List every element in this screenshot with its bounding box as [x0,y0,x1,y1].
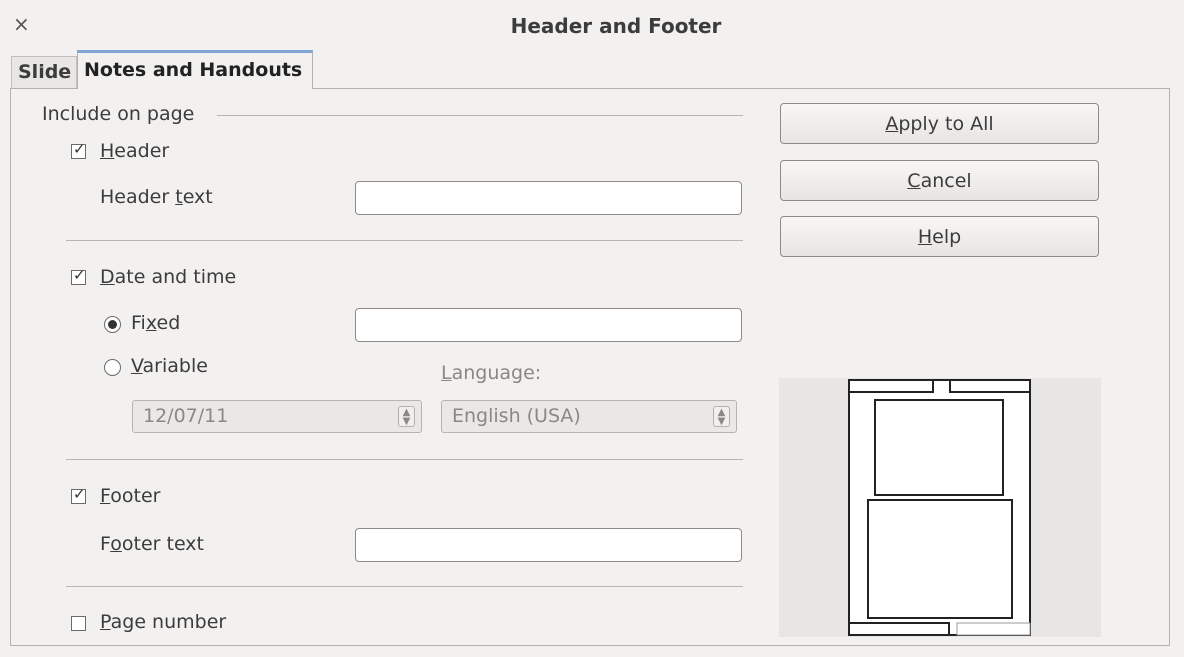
help-button[interactable]: Help [780,216,1099,257]
notes-page-preview-graphic [848,379,1031,636]
footer-text-input[interactable] [355,528,742,562]
header-checkbox-label[interactable]: Header [100,140,169,162]
fixed-radio-label[interactable]: Fixed [131,312,180,334]
window-title: Header and Footer [510,14,722,38]
radio-selected-dot [108,320,117,329]
page-number-checkbox[interactable] [71,616,86,631]
tab-notes-and-handouts[interactable]: Notes and Handouts [77,50,313,89]
section-label-include-on-page: Include on page [42,103,195,125]
fixed-date-input[interactable] [355,308,742,342]
fixed-radio[interactable] [104,316,121,333]
spin-arrows-icon[interactable]: ▲ ▼ [398,406,415,427]
date-format-select[interactable]: 12/07/11 ▲ ▼ [132,400,422,433]
check-icon: ✓ [73,266,86,284]
variable-radio[interactable] [104,359,121,376]
footer-text-label: Footer text [100,533,205,555]
apply-to-all-button[interactable]: Apply to All [780,103,1099,144]
page-number-checkbox-label[interactable]: Page number [100,611,226,633]
section-divider [217,115,743,116]
date-time-checkbox-label[interactable]: Date and time [100,266,236,288]
divider [66,586,743,587]
language-value: English (USA) [452,405,581,427]
divider [66,240,743,241]
header-text-input[interactable] [355,181,742,215]
header-checkbox[interactable]: ✓ [71,140,86,159]
divider [66,459,743,460]
check-icon: ✓ [73,140,86,158]
date-time-checkbox[interactable]: ✓ [71,266,86,285]
cancel-button[interactable]: Cancel [780,160,1099,201]
spin-arrows-icon[interactable]: ▲ ▼ [713,406,730,427]
title-bar: × Header and Footer [0,0,1184,50]
language-label: Language: [441,362,542,384]
date-format-value: 12/07/11 [143,405,229,427]
language-select[interactable]: English (USA) ▲ ▼ [441,400,737,433]
page-layout-preview [779,378,1101,637]
footer-checkbox-label[interactable]: Footer [100,485,160,507]
check-icon: ✓ [73,485,86,503]
footer-checkbox[interactable]: ✓ [71,485,86,504]
tab-slide[interactable]: Slide [11,56,77,89]
variable-radio-label[interactable]: Variable [131,355,208,377]
header-text-label: Header text [100,186,213,208]
